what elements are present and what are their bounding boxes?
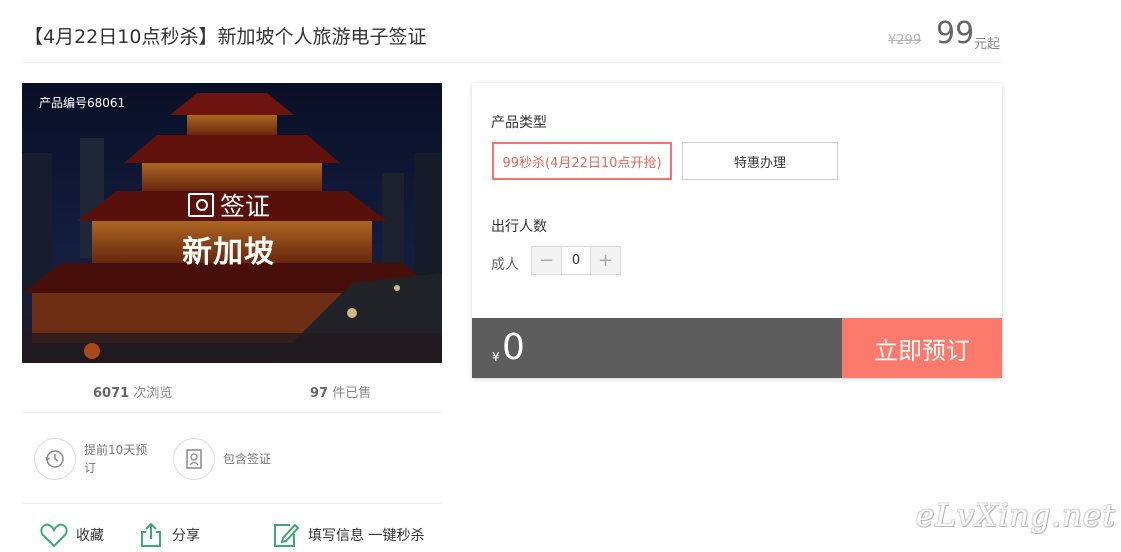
- features-divider: [22, 503, 442, 504]
- type-option-special[interactable]: 特惠办理: [682, 142, 838, 180]
- total-price: 0: [502, 327, 525, 368]
- temple-night-image: [22, 83, 442, 363]
- product-title: 【4月22日10点秒杀】新加坡个人旅游电子签证: [24, 26, 427, 48]
- clock-icon: [34, 438, 76, 480]
- product-code: 产品编号68061: [39, 96, 126, 110]
- views-count: 6071: [93, 386, 130, 401]
- adult-label: 成人: [491, 257, 519, 273]
- views-stat: 6071 次浏览: [93, 382, 172, 401]
- price-suffix: 元起: [974, 37, 1001, 52]
- edit-icon: [274, 523, 300, 547]
- id-card-icon: [173, 438, 215, 480]
- increment-button[interactable]: +: [591, 247, 620, 274]
- adult-count[interactable]: 0: [561, 247, 591, 274]
- sold-label: 件已售: [332, 386, 372, 401]
- passport-icon: [188, 193, 214, 217]
- share-label: 分享: [172, 528, 200, 544]
- product-stats: 6071 次浏览 97 件已售: [22, 378, 442, 404]
- feature-label: 包含签证: [223, 452, 272, 466]
- views-label: 次浏览: [133, 386, 173, 401]
- total-currency: ¥: [492, 350, 500, 364]
- book-now-button[interactable]: 立即预订: [842, 318, 1002, 378]
- share-button[interactable]: 分享: [138, 522, 200, 548]
- sold-count: 97: [310, 386, 329, 401]
- destination-label: 新加坡: [182, 235, 275, 270]
- original-price: ¥299: [888, 33, 922, 48]
- share-icon: [141, 522, 161, 547]
- visa-caption: 签证: [188, 187, 270, 223]
- header-divider: [22, 62, 1002, 63]
- product-image: 产品编号68061 签证 新加坡: [22, 83, 442, 363]
- type-option-flash-sale[interactable]: 99秒杀(4月22日10点开抢): [492, 142, 672, 180]
- product-type-title: 产品类型: [491, 115, 547, 131]
- feature-visa-included: 包含签证: [173, 438, 271, 480]
- heart-icon: [40, 523, 68, 548]
- visa-label: 签证: [220, 192, 271, 221]
- favorite-label: 收藏: [76, 528, 104, 544]
- product-page: 【4月22日10点秒杀】新加坡个人旅游电子签证 ¥299 99 元起 产品编号6…: [0, 0, 1121, 552]
- travelers-title: 出行人数: [491, 219, 547, 235]
- total-bar: ¥ 0: [472, 318, 842, 378]
- favorite-button[interactable]: 收藏: [40, 522, 104, 548]
- feature-advance-booking: 提前10天预订: [34, 438, 154, 480]
- fill-info-button[interactable]: 填写信息 一键秒杀: [272, 522, 424, 548]
- feature-label: 提前10天预订: [84, 443, 148, 475]
- fill-info-label: 填写信息 一键秒杀: [308, 528, 425, 544]
- stats-divider: [22, 412, 442, 413]
- booking-panel: 产品类型 99秒杀(4月22日10点开抢) 特惠办理 出行人数 成人 − 0 +…: [472, 83, 1002, 378]
- decrement-button[interactable]: −: [532, 247, 561, 274]
- adult-quantity-stepper: − 0 +: [531, 246, 621, 275]
- watermark: eLvXing.net: [916, 498, 1116, 534]
- current-price: 99: [936, 16, 975, 51]
- sold-stat: 97 件已售: [310, 382, 371, 401]
